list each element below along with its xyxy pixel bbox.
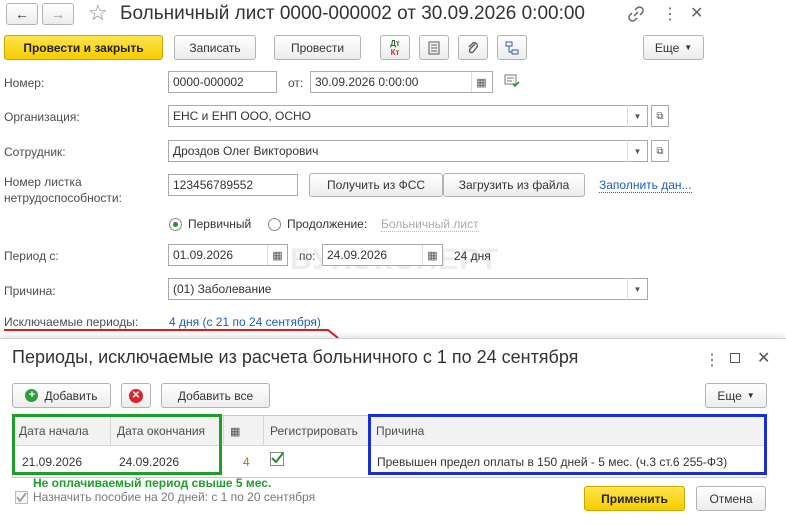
green-highlight-box <box>12 414 222 475</box>
blue-highlight-box <box>368 414 767 475</box>
dialog-title: Периоды, исключаемые из расчета больничн… <box>12 347 579 367</box>
dialog-close-icon[interactable]: ✕ <box>757 348 770 368</box>
green-annotation-text: Не оплачиваемый период свыше 5 мес. <box>33 476 272 490</box>
calendar-icon: ▦ <box>230 426 241 438</box>
delete-button[interactable]: ✕ <box>121 383 151 408</box>
chevron-down-icon: ▼ <box>746 391 755 400</box>
row-register-checkbox[interactable] <box>270 452 284 466</box>
col-register-header[interactable]: Регистрировать <box>263 416 369 446</box>
add-all-button[interactable]: Добавить все <box>161 383 270 408</box>
add-label: Добавить <box>44 388 98 403</box>
dialog-more-button[interactable]: Еще ▼ <box>705 383 767 408</box>
dialog-menu-icon[interactable]: ⋮ <box>704 350 720 370</box>
row-days[interactable]: 4 <box>243 455 250 469</box>
assign-benefit-checkbox <box>15 491 28 504</box>
plus-circle-icon: + <box>25 389 39 402</box>
dialog-maximize-icon[interactable] <box>730 353 740 363</box>
dialog-more-label: Еще <box>717 388 742 403</box>
add-button[interactable]: + Добавить <box>12 383 111 408</box>
apply-button[interactable]: Применить <box>584 486 685 511</box>
col-days-header[interactable]: ▦ <box>223 416 263 446</box>
assign-benefit-label: Назначить пособие на 20 дней: с 1 по 20 … <box>33 490 316 504</box>
cancel-button[interactable]: Отмена <box>696 486 766 511</box>
checkmark-icon <box>271 452 284 464</box>
checkmark-icon <box>16 492 27 503</box>
delete-icon: ✕ <box>129 388 143 403</box>
